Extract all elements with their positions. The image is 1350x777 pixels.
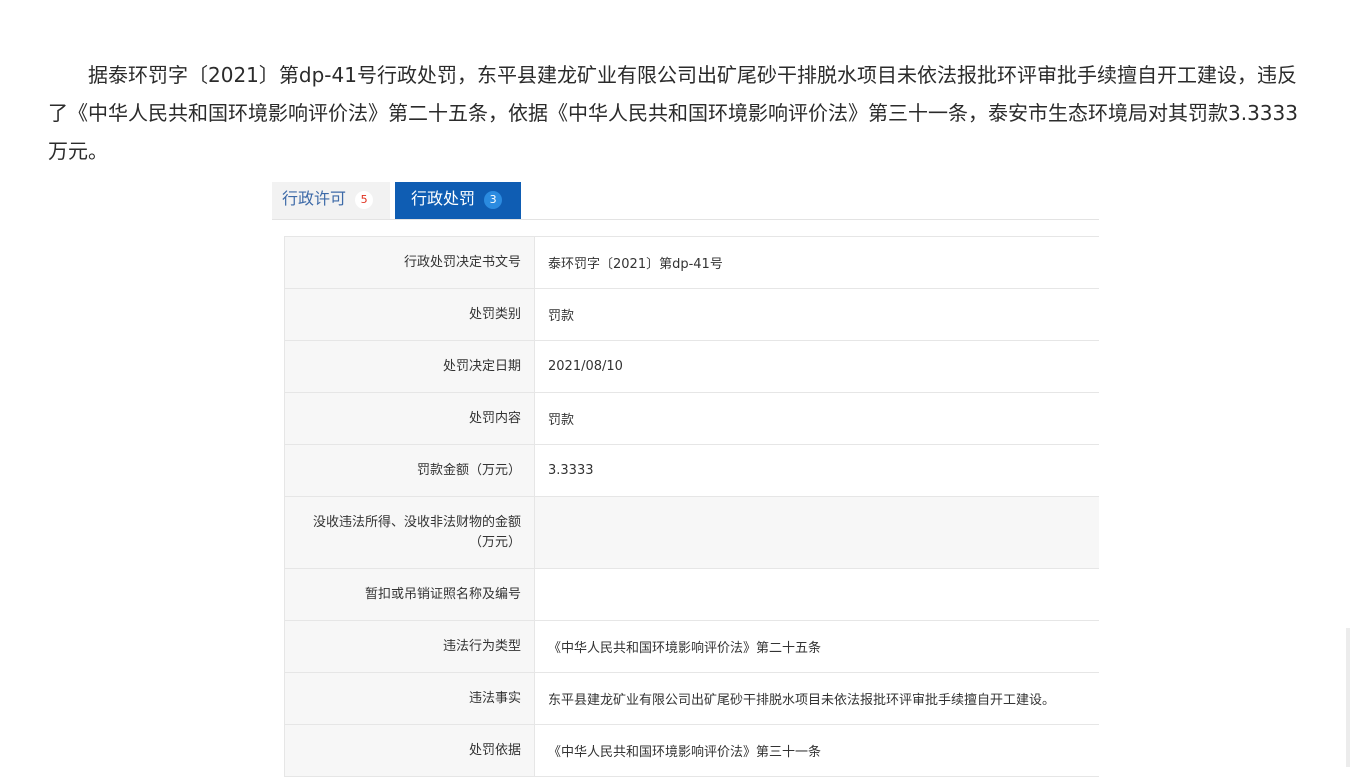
field-label: 违法行为类型 xyxy=(284,620,535,673)
penalty-detail-table: 行政处罚决定书文号 泰环罚字〔2021〕第dp-41号 处罚类别 罚款 处罚决定… xyxy=(284,236,1099,777)
field-label: 处罚内容 xyxy=(284,392,535,445)
field-value: 2021/08/10 xyxy=(534,340,1099,393)
tab-count-badge: 3 xyxy=(484,191,503,209)
table-row: 违法行为类型 《中华人民共和国环境影响评价法》第二十五条 xyxy=(284,620,1099,673)
field-value: 泰环罚字〔2021〕第dp-41号 xyxy=(534,236,1099,289)
tab-count-badge: 5 xyxy=(355,191,374,209)
field-label: 行政处罚决定书文号 xyxy=(284,236,535,289)
field-value: 《中华人民共和国环境影响评价法》第二十五条 xyxy=(534,620,1099,673)
field-label: 处罚依据 xyxy=(284,724,535,777)
table-row: 处罚类别 罚款 xyxy=(284,288,1099,341)
tab-bar: 行政许可 5 行政处罚 3 xyxy=(272,182,1099,220)
table-row: 处罚依据 《中华人民共和国环境影响评价法》第三十一条 xyxy=(284,724,1099,777)
article-paragraph: 据泰环罚字〔2021〕第dp-41号行政处罚，东平县建龙矿业有限公司出矿尾砂干排… xyxy=(48,63,1298,163)
scrollbar[interactable] xyxy=(1346,628,1350,767)
field-label: 处罚决定日期 xyxy=(284,340,535,393)
table-row: 处罚决定日期 2021/08/10 xyxy=(284,340,1099,393)
field-label: 没收违法所得、没收非法财物的金额（万元） xyxy=(284,496,535,569)
tab-label: 行政许可 xyxy=(282,189,347,208)
field-label: 罚款金额（万元） xyxy=(284,444,535,497)
field-value: 罚款 xyxy=(534,288,1099,341)
tab-label: 行政处罚 xyxy=(411,189,476,208)
table-row: 没收违法所得、没收非法财物的金额（万元） xyxy=(284,496,1099,569)
table-row: 暂扣或吊销证照名称及编号 xyxy=(284,568,1099,621)
field-value xyxy=(534,496,1099,569)
tab-administrative-penalty[interactable]: 行政处罚 3 xyxy=(395,182,521,219)
field-value: 3.3333 xyxy=(534,444,1099,497)
table-row: 行政处罚决定书文号 泰环罚字〔2021〕第dp-41号 xyxy=(284,236,1099,289)
field-value xyxy=(534,568,1099,621)
table-row: 违法事实 东平县建龙矿业有限公司出矿尾砂干排脱水项目未依法报批环评审批手续擅自开… xyxy=(284,672,1099,725)
field-label: 暂扣或吊销证照名称及编号 xyxy=(284,568,535,621)
field-label: 违法事实 xyxy=(284,672,535,725)
field-value: 罚款 xyxy=(534,392,1099,445)
table-row: 处罚内容 罚款 xyxy=(284,392,1099,445)
field-label: 处罚类别 xyxy=(284,288,535,341)
field-value: 《中华人民共和国环境影响评价法》第三十一条 xyxy=(534,724,1099,777)
table-row: 罚款金额（万元） 3.3333 xyxy=(284,444,1099,497)
tab-administrative-license[interactable]: 行政许可 5 xyxy=(272,182,390,219)
field-value: 东平县建龙矿业有限公司出矿尾砂干排脱水项目未依法报批环评审批手续擅自开工建设。 xyxy=(534,672,1099,725)
